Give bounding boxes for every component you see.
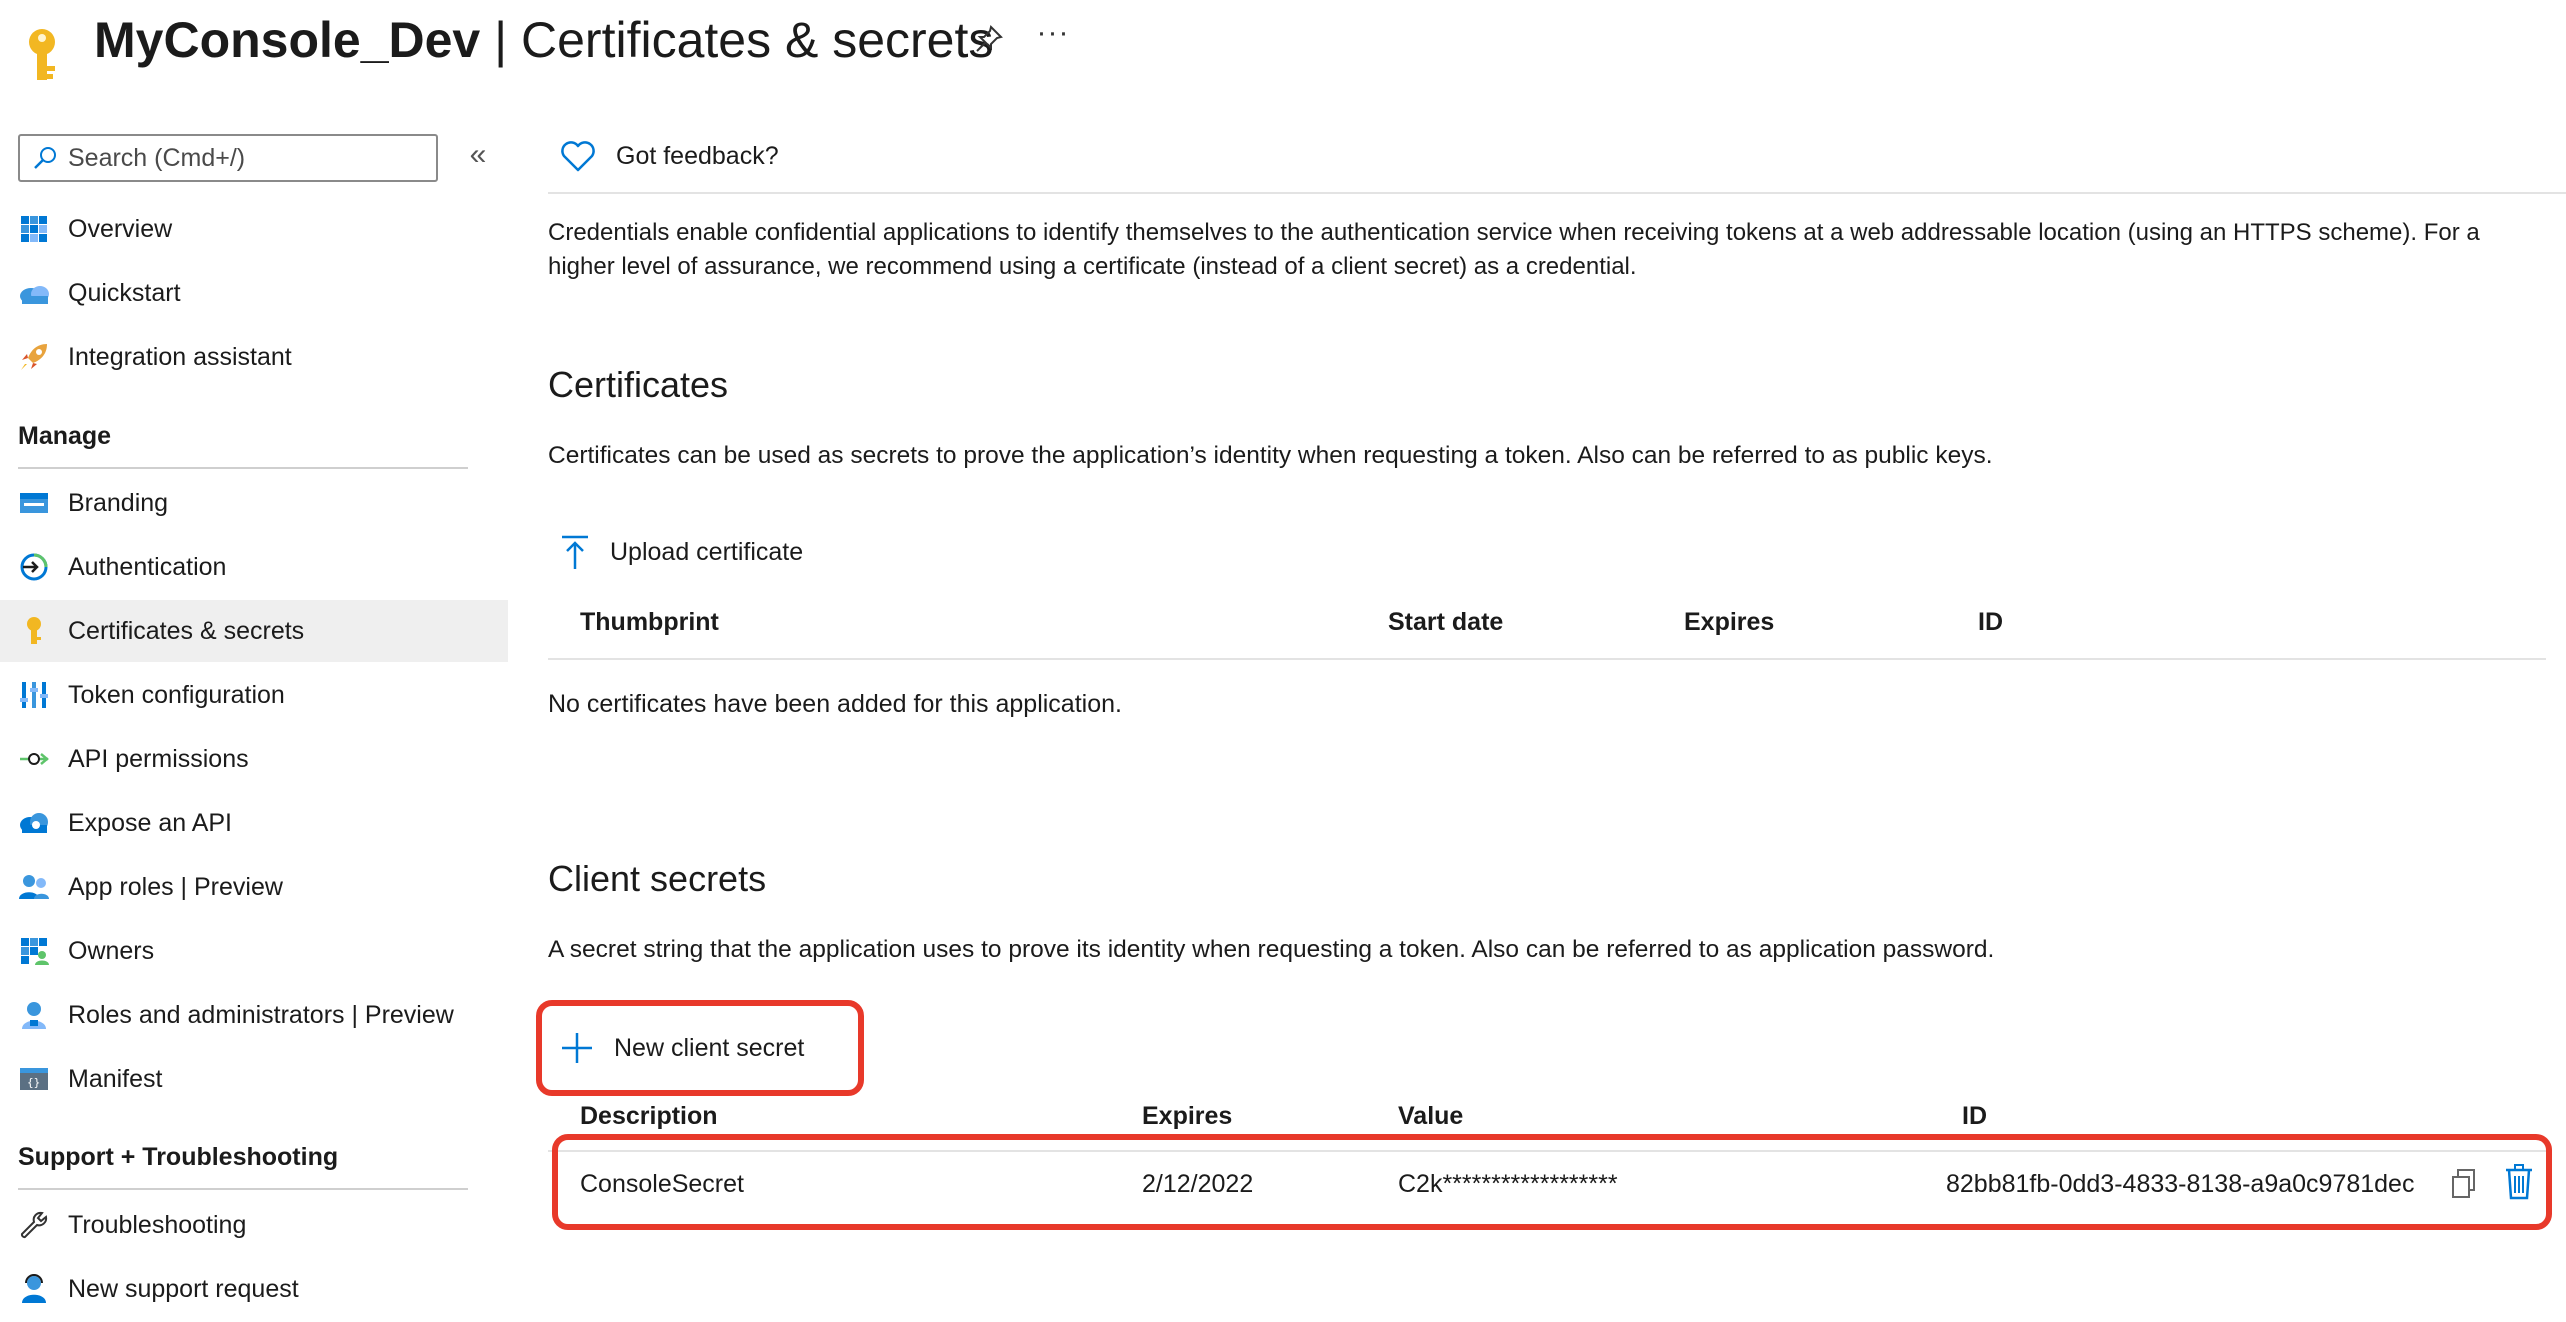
heart-icon (561, 141, 595, 172)
key-icon (18, 615, 50, 647)
column-value[interactable]: Value (1398, 1102, 1463, 1131)
table-row[interactable]: ConsoleSecret 2/12/2022 C2k*************… (560, 1152, 2540, 1220)
certificates-description: Certificates can be used as secrets to p… (548, 442, 1993, 469)
sidebar-item-quickstart[interactable]: Quickstart (0, 262, 508, 324)
cloud-icon (18, 277, 50, 309)
client-secrets-description: A secret string that the application use… (548, 936, 1995, 963)
secret-value: C2k****************** (1398, 1170, 1618, 1198)
sidebar-item-label: Certificates & secrets (68, 616, 305, 645)
client-secrets-title: Client secrets (548, 858, 767, 899)
sidebar-item-troubleshooting[interactable]: Troubleshooting (0, 1194, 508, 1256)
copy-button[interactable] (2450, 1168, 2484, 1204)
new-client-secret-button[interactable]: New client secret (560, 1026, 804, 1070)
secret-description: ConsoleSecret (580, 1170, 744, 1198)
sidebar-item-label: Expose an API (68, 808, 233, 837)
sidebar-item-label: Manifest (68, 1064, 163, 1093)
upload-certificate-button[interactable]: Upload certificate (560, 530, 803, 574)
sidebar-item-label: Branding (68, 488, 169, 517)
manifest-icon: {} (18, 1063, 50, 1095)
manage-heading: Manage (18, 422, 112, 450)
sidebar-item-api-permissions[interactable]: API permissions (0, 728, 508, 790)
feedback-label: Got feedback? (616, 141, 779, 170)
sidebar-item-label: Overview (68, 214, 173, 243)
column-id[interactable]: ID (1962, 1102, 1987, 1131)
trash-icon (2506, 1164, 2532, 1200)
sidebar-item-certificates-secrets[interactable]: Certificates & secrets (0, 600, 508, 662)
sidebar-item-new-support-request[interactable]: New support request (0, 1258, 508, 1320)
column-id[interactable]: ID (1978, 608, 2003, 637)
sidebar-item-label: Owners (68, 936, 155, 965)
wrench-icon (18, 1209, 50, 1241)
feedback-button[interactable]: Got feedback? (560, 134, 779, 178)
pin-button[interactable] (972, 22, 1006, 56)
column-expires[interactable]: Expires (1684, 608, 1774, 637)
owners-grid-icon (18, 935, 50, 967)
sidebar-item-app-roles[interactable]: App roles | Preview (0, 856, 508, 918)
column-expires[interactable]: Expires (1142, 1102, 1232, 1131)
search-input[interactable] (68, 143, 428, 173)
certificates-header-divider (548, 658, 2546, 660)
search-icon (34, 147, 56, 169)
certificates-empty-message: No certificates have been added for this… (548, 690, 1122, 718)
intro-text: Credentials enable confidential applicat… (548, 219, 2480, 280)
page-title: MyConsole_Dev | Certificates & secrets (94, 8, 993, 72)
sidebar-item-token-configuration[interactable]: Token configuration (0, 664, 508, 726)
cloud-api-icon (18, 807, 50, 839)
upload-certificate-label: Upload certificate (610, 537, 804, 566)
title-separator: | (480, 12, 522, 68)
column-description[interactable]: Description (580, 1102, 718, 1131)
support-person-icon (18, 1273, 50, 1305)
sidebar-item-branding[interactable]: Branding (0, 472, 508, 534)
admin-person-icon (18, 999, 50, 1031)
delete-button[interactable] (2504, 1164, 2538, 1204)
sidebar-item-overview[interactable]: Overview (0, 198, 508, 260)
app-key-icon (18, 26, 68, 86)
users-icon (18, 871, 50, 903)
token-bars-icon (18, 679, 50, 711)
grid-icon (18, 213, 50, 245)
blade-title: Certificates & secrets (521, 12, 994, 68)
certificates-title: Certificates (548, 364, 729, 405)
svg-text:{}: {} (27, 1076, 40, 1089)
support-divider (18, 1188, 468, 1190)
sidebar-item-label: Troubleshooting (68, 1210, 247, 1239)
sidebar-item-label: New support request (68, 1274, 299, 1303)
column-start-date[interactable]: Start date (1388, 608, 1503, 637)
secret-id: 82bb81fb-0dd3-4833-8138-a9a0c9781dec (1946, 1170, 2415, 1198)
sidebar-item-label: App roles | Preview (68, 872, 283, 901)
column-thumbprint[interactable]: Thumbprint (580, 608, 719, 637)
upload-icon (562, 535, 588, 569)
sidebar-item-label: Authentication (68, 552, 227, 581)
sidebar-item-label: Token configuration (68, 680, 285, 709)
copy-icon (2452, 1169, 2475, 1198)
sidebar-item-label: Integration assistant (68, 342, 292, 371)
collapse-sidebar-button[interactable]: « (462, 140, 494, 172)
sidebar-search[interactable] (18, 134, 438, 182)
sidebar-item-integration-assistant[interactable]: Integration assistant (0, 326, 508, 388)
sidebar-item-expose-api[interactable]: Expose an API (0, 792, 508, 854)
sidebar-item-label: API permissions (68, 744, 249, 773)
more-options-button[interactable]: ··· (1036, 18, 1070, 52)
manage-divider (18, 467, 468, 469)
new-client-secret-label: New client secret (614, 1033, 805, 1062)
toolbar-divider (548, 192, 2566, 194)
sidebar-item-owners[interactable]: Owners (0, 920, 508, 982)
rocket-icon (18, 341, 50, 373)
sidebar-item-label: Roles and administrators | Preview (68, 1000, 454, 1029)
plus-icon (562, 1033, 592, 1063)
secret-expires: 2/12/2022 (1142, 1170, 1254, 1198)
pin-icon (976, 25, 1003, 52)
api-arrow-icon (18, 743, 50, 775)
sidebar-item-manifest[interactable]: {} Manifest (0, 1048, 508, 1110)
authentication-icon (18, 551, 50, 583)
sidebar-item-label: Quickstart (68, 278, 181, 307)
app-name: MyConsole_Dev (94, 12, 481, 68)
sidebar-item-roles-administrators[interactable]: Roles and administrators | Preview (0, 984, 508, 1046)
branding-icon (18, 487, 50, 519)
sidebar-item-authentication[interactable]: Authentication (0, 536, 508, 598)
support-heading: Support + Troubleshooting (18, 1143, 339, 1171)
